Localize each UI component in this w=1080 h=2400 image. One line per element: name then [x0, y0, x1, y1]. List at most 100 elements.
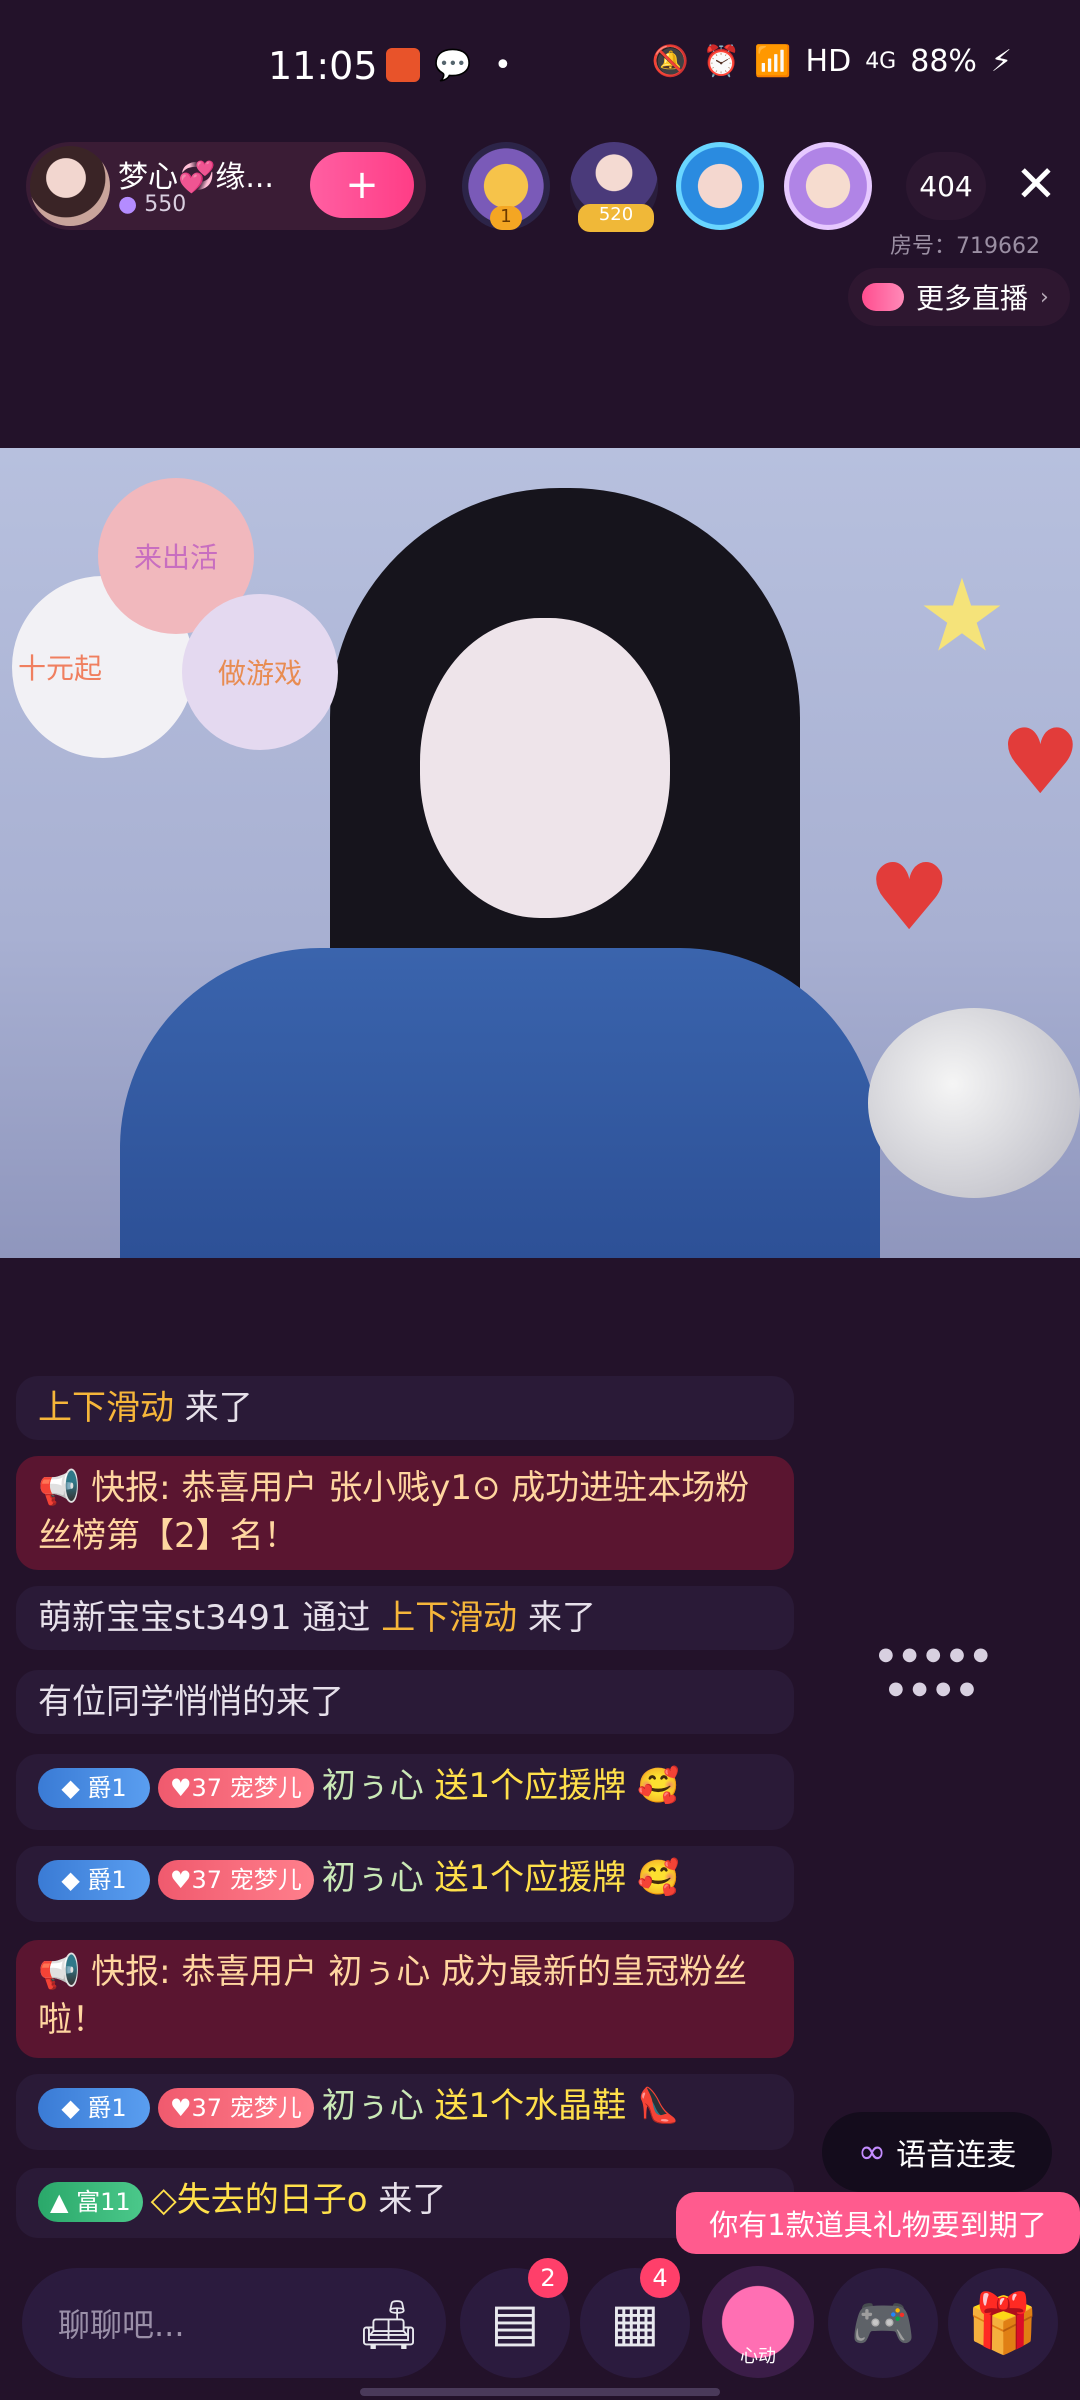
alarm-icon: ⏰	[702, 44, 741, 79]
chat-user[interactable]: 初ぅ心	[322, 1766, 424, 1806]
pet-badge: ♥37 宠梦儿	[158, 1859, 314, 1900]
live-dot-icon	[862, 283, 904, 311]
chat-text: 来了	[517, 1598, 596, 1638]
pet-level: 37	[191, 2093, 223, 2122]
sofa-icon[interactable]: 🛋	[358, 2296, 419, 2353]
more-live-label: 更多直播	[916, 282, 1029, 315]
rank-badge: ◆ 爵1	[38, 1859, 150, 1900]
chat-user[interactable]: 初ぅ心	[322, 2086, 424, 2126]
megaphone-icon: 📢	[38, 1468, 81, 1508]
gift-text: 送1个应援牌	[423, 1858, 627, 1898]
prop-expiry-tooltip[interactable]: 你有1款道具礼物要到期了	[676, 2192, 1080, 2254]
gift-icon: 🎁	[966, 2288, 1040, 2357]
chevron-right-icon: ›	[1040, 284, 1049, 310]
star-decoration-icon: ★	[917, 557, 1007, 674]
app-notification-icon	[386, 48, 420, 82]
chat-highlight: 上下滑动	[381, 1598, 518, 1638]
status-right: 🔕 ⏰ 📶 HD 4G 88% ⚡	[651, 44, 1012, 79]
rank-badge: ◆ 爵1	[38, 1767, 150, 1808]
gift-text: 送1个水晶鞋	[423, 2086, 627, 2126]
rich-badge-label: 富11	[76, 2187, 131, 2216]
rank-badge-label: 爵1	[87, 2093, 127, 2122]
host-fans-count: 550	[144, 192, 187, 217]
heart-label: 心动	[740, 2346, 776, 2367]
gift-emoji: 🥰	[636, 1766, 680, 1806]
megaphone-icon: 📢	[38, 1952, 81, 1992]
more-live-button[interactable]: 更多直播 ›	[848, 268, 1070, 326]
chat-user[interactable]: 初ぅ心	[322, 1858, 424, 1898]
host-avatar[interactable]	[30, 146, 110, 226]
signal-label: 4G	[865, 49, 897, 74]
gamepad-icon: 🎮	[850, 2293, 916, 2354]
viewer-avatar[interactable]	[784, 142, 872, 230]
grid-icon: ▦	[610, 2293, 660, 2353]
follow-button[interactable]: +	[310, 152, 414, 218]
balloon-text: 来出活	[133, 541, 218, 574]
gift-emoji: 👠	[636, 2086, 680, 2126]
announce-prefix: 快报:	[91, 1468, 182, 1508]
page-indicator: ●●●●●	[878, 1644, 997, 1665]
chat-text: 来了	[367, 2180, 447, 2220]
streamer-face	[420, 618, 670, 918]
rich-badge: ▲ 富11	[38, 2181, 143, 2222]
more-notifications-icon: •	[494, 48, 512, 83]
viewer-avatar[interactable]	[676, 142, 764, 230]
pet-level: 37	[191, 1773, 223, 1802]
balloon: 做游戏	[182, 594, 338, 750]
balloon-text: 十元起	[18, 652, 103, 685]
host-name: 梦心💞缘...	[118, 160, 274, 195]
gift-text: 送1个应援牌	[423, 1766, 627, 1806]
live-video[interactable]: 十元起 来出活 做游戏 ★ ♥ ♥	[0, 448, 1080, 1258]
pet-name: 宠梦儿	[229, 1865, 302, 1894]
chat-text: 来了	[174, 1388, 253, 1428]
heart-button[interactable]: 心动	[702, 2266, 814, 2378]
game-button[interactable]: 🎮	[828, 2268, 938, 2378]
gift-button[interactable]: 🎁	[948, 2268, 1058, 2378]
charging-icon: ⚡	[990, 44, 1012, 79]
room-number: 房号：719662	[890, 234, 1040, 259]
close-button[interactable]: ✕	[1010, 158, 1062, 210]
mute-icon: 🔕	[651, 44, 689, 79]
battery-label: 88%	[910, 44, 977, 79]
chat-message: 萌新宝宝st3491 通过 上下滑动 来了	[16, 1586, 794, 1650]
apps-badge: 4	[640, 2258, 680, 2298]
host-fans: ● 550	[118, 192, 186, 217]
wifi-icon: 📶	[754, 44, 792, 79]
rank-badge-label: 爵1	[87, 1865, 127, 1894]
viewer-count[interactable]: 404	[906, 152, 986, 220]
streamer-jacket	[120, 948, 880, 1258]
chat-text: 有位同学悄悄的来了	[38, 1682, 344, 1722]
chat-text: 萌新宝宝st3491 通过	[38, 1598, 382, 1638]
voice-link-button[interactable]: ∞ 语音连麦	[822, 2112, 1052, 2192]
chat-announcement: 📢 快报: 恭喜用户 初ぅ心 成为最新的皇冠粉丝啦！	[16, 1940, 794, 2058]
chat-bubble-icon: ▤	[490, 2293, 540, 2353]
chat-announcement: 📢 快报: 恭喜用户 张小贱y1⊙ 成功进驻本场粉丝榜第【2】名！	[16, 1456, 794, 1570]
home-indicator[interactable]	[360, 2388, 720, 2396]
chat-highlight: 上下滑动	[38, 1388, 174, 1428]
pet-badge: ♥37 宠梦儿	[158, 1767, 314, 1808]
pet-name: 宠梦儿	[229, 1773, 302, 1802]
viewer-rank-badge: 1	[490, 206, 522, 230]
heart-decoration-icon: ♥	[1000, 710, 1080, 815]
link-icon: ∞	[857, 2132, 887, 2172]
heart-decoration-icon: ♥	[868, 844, 951, 951]
pet-name: 宠梦儿	[229, 2093, 302, 2122]
fans-icon: ●	[118, 192, 138, 217]
message-badge: 2	[528, 2258, 568, 2298]
chat-message: 上下滑动 来了	[16, 1376, 794, 1440]
hd-label: HD	[805, 44, 852, 79]
announce-prefix: 快报:	[91, 1952, 182, 1992]
pet-level: 37	[191, 1865, 223, 1894]
viewer-gift-badge: 520	[578, 204, 654, 232]
chat-user[interactable]: ◇失去的日子o	[151, 2180, 368, 2220]
gift-emoji: 🥰	[636, 1858, 680, 1898]
pet-badge: ♥37 宠梦儿	[158, 2087, 314, 2128]
status-time: 11:05	[268, 44, 378, 88]
voice-link-label: 语音连麦	[896, 2138, 1017, 2173]
rank-badge: ◆ 爵1	[38, 2087, 150, 2128]
chat-gift-message: ◆ 爵1 ♥37 宠梦儿 初ぅ心 送1个水晶鞋 👠	[16, 2074, 794, 2150]
page-indicator: ●●●●	[888, 1678, 983, 1699]
wechat-icon: 💬	[434, 48, 472, 83]
chat-gift-message: ◆ 爵1 ♥37 宠梦儿 初ぅ心 送1个应援牌 🥰	[16, 1754, 794, 1830]
chat-message: 有位同学悄悄的来了	[16, 1670, 794, 1734]
